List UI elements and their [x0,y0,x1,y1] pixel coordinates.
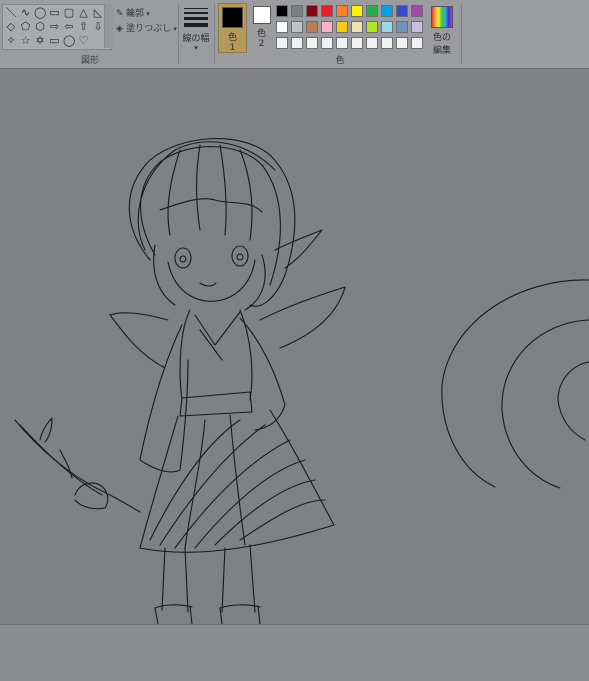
color2-button[interactable]: 色 2 [248,3,275,51]
ribbon-toolbar: ＼ ∿ ◯ ▭ ▢ △ ◺ ◇ ⬠ ⬡ ⇨ ⇦ ⇧ ⇩ ✧ ☆ ✡ ▭ ◯ ♡ ✎ 輪郭 ▾ ◈ 塗りつぶし ▾ 図形 線… [0,0,589,69]
palette-swatch[interactable] [366,5,378,17]
shape-option[interactable]: ＼ [5,7,17,19]
palette-swatch[interactable] [276,5,288,17]
shape-option[interactable]: ♡ [78,35,90,47]
edit-colors-label-1: 色の [432,33,451,43]
shape-option[interactable]: ⬠ [20,21,32,33]
palette-swatch[interactable] [351,5,363,17]
shape-option[interactable]: ▭ [49,7,61,19]
fill-button[interactable]: ◈ 塗りつぶし ▾ [116,21,177,34]
shapes-group-label: 図形 [80,56,99,66]
line-width-icon [184,8,208,27]
shape-option[interactable]: ⇩ [92,21,104,33]
shapes-gallery-scroll[interactable] [104,4,113,48]
palette-swatch[interactable] [276,37,288,49]
palette-swatch[interactable] [336,37,348,49]
edit-colors-label-2: 編集 [432,46,451,56]
palette-swatch[interactable] [411,37,423,49]
color1-swatch [222,7,243,28]
color2-number: 2 [258,39,265,49]
palette-swatch[interactable] [351,37,363,49]
palette-swatch[interactable] [306,21,318,33]
palette-swatch[interactable] [291,5,303,17]
shape-option[interactable]: ✧ [5,35,17,47]
shape-option[interactable]: ▢ [63,7,75,19]
palette-swatch[interactable] [381,37,393,49]
palette-swatch[interactable] [366,21,378,33]
shape-option[interactable]: ◺ [92,7,104,19]
palette-swatch[interactable] [381,5,393,17]
palette-swatch[interactable] [276,21,288,33]
color2-swatch [252,6,271,24]
palette-swatch[interactable] [396,5,408,17]
pencil-icon: ✎ [116,9,124,19]
palette-swatch[interactable] [291,21,303,33]
drawing-canvas[interactable] [0,69,589,624]
palette-swatch[interactable] [381,21,393,33]
color2-label: 色 [256,29,266,39]
shape-option[interactable]: ∿ [20,7,32,19]
palette-swatch[interactable] [321,37,333,49]
color1-number: 1 [229,43,236,53]
edit-colors-button[interactable]: 色の 編集 [427,4,457,56]
shape-option[interactable]: ▭ [49,35,61,47]
line-width-label: 線の幅 [182,34,210,44]
palette-swatch[interactable] [411,21,423,33]
palette-swatch[interactable] [411,5,423,17]
palette-swatch[interactable] [366,37,378,49]
palette-swatch[interactable] [306,37,318,49]
shape-option[interactable]: ⇧ [78,21,90,33]
palette-swatch[interactable] [291,37,303,49]
sketch-drawing [14,138,589,624]
color1-label: 色 [227,33,237,43]
shape-option[interactable]: ⇦ [63,21,75,33]
palette-swatch[interactable] [336,21,348,33]
palette-swatch[interactable] [396,21,408,33]
separator [214,4,215,64]
fill-label: 塗りつぶし [126,24,172,34]
shape-option[interactable]: △ [78,7,90,19]
outline-button[interactable]: ✎ 輪郭 ▾ [116,6,150,19]
shape-option[interactable]: ◇ [5,21,17,33]
palette-swatch[interactable] [396,37,408,49]
status-bar [0,624,589,681]
color1-button[interactable]: 色 1 [218,3,247,53]
separator [461,4,462,64]
shape-option[interactable]: ⇨ [49,21,61,33]
shape-option[interactable]: ◯ [34,7,46,19]
palette-swatch[interactable] [351,21,363,33]
rainbow-palette-icon [431,6,453,28]
outline-label: 輪郭 [126,9,145,19]
separator [178,4,179,64]
shape-option[interactable]: ◯ [63,35,75,47]
line-width-button[interactable]: 線の幅 ▾ [181,5,211,52]
colors-group-label: 色 [335,56,345,66]
shape-option[interactable]: ⬡ [34,21,46,33]
shapes-group: ＼ ∿ ◯ ▭ ▢ △ ◺ ◇ ⬠ ⬡ ⇨ ⇦ ⇧ ⇩ ✧ ☆ ✡ ▭ ◯ ♡ ✎ 輪郭 ▾ ◈ 塗りつぶし ▾ 図形 [0,0,178,68]
shape-option[interactable]: ✡ [34,35,46,47]
bucket-icon: ◈ [116,24,123,34]
palette-swatch[interactable] [306,5,318,17]
palette-swatch[interactable] [321,21,333,33]
palette-swatch[interactable] [321,5,333,17]
shapes-gallery[interactable]: ＼ ∿ ◯ ▭ ▢ △ ◺ ◇ ⬠ ⬡ ⇨ ⇦ ⇧ ⇩ ✧ ☆ ✡ ▭ ◯ ♡ [2,4,112,50]
shape-option[interactable]: ☆ [20,35,32,47]
palette-swatch[interactable] [336,5,348,17]
